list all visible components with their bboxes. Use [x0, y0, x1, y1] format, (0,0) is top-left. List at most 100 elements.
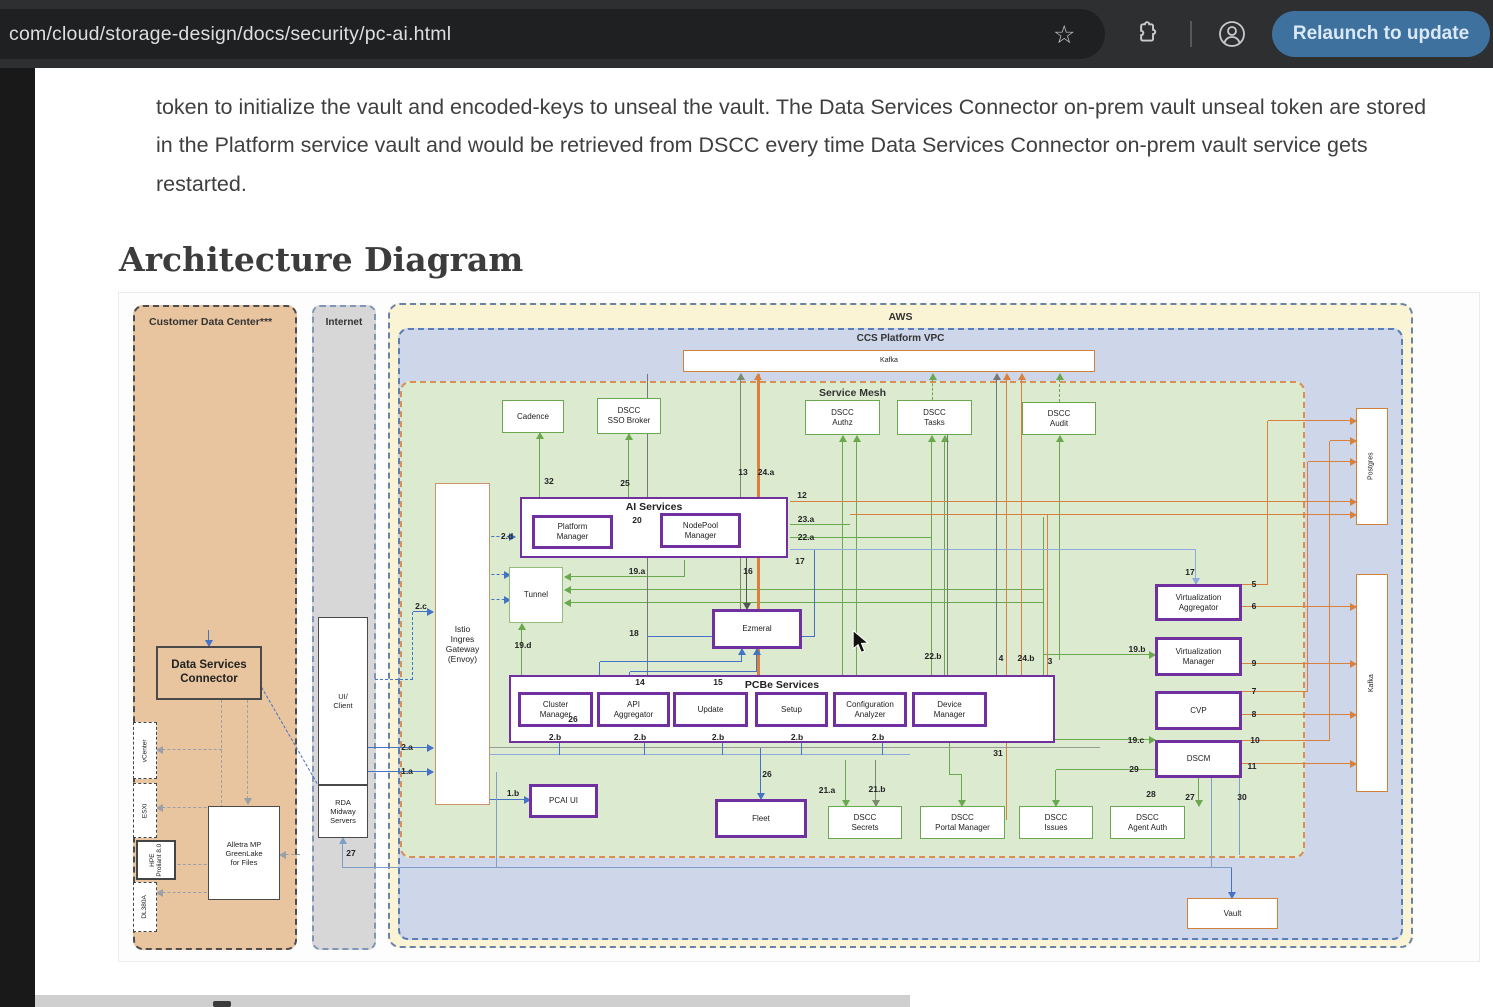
dscc-audit-label: DSCC Audit [1048, 409, 1071, 428]
vault-label: Vault [1224, 909, 1242, 919]
connector-line [1006, 374, 1007, 820]
edge-label: 6 [1252, 601, 1257, 611]
arrowhead [536, 432, 544, 439]
edge-label: 27 [346, 848, 355, 858]
edge-label: 24.b [1017, 653, 1034, 663]
edge-label: 29 [1129, 764, 1138, 774]
arrowhead [427, 608, 434, 616]
dl380a: DL380A [133, 882, 157, 932]
dscc-audit: DSCC Audit [1022, 402, 1096, 435]
window-left-edge [0, 68, 35, 1007]
connector-line [343, 867, 1232, 868]
kafka-top-label: Kafka [880, 357, 898, 365]
edge-label: 28 [1146, 789, 1155, 799]
region-label: Customer Data Center*** [149, 316, 272, 328]
arrowhead [279, 851, 286, 859]
dscc-secrets: DSCC Secrets [828, 806, 902, 839]
esxi: ESXi [133, 783, 157, 838]
arrowhead [156, 746, 163, 754]
connector-line [947, 400, 948, 675]
connector-line [565, 589, 1044, 590]
dscc-tasks-label: DSCC Tasks [923, 408, 946, 427]
url-text[interactable]: com/cloud/storage-design/docs/security/p… [9, 23, 451, 46]
edge-label: 9 [1252, 658, 1257, 668]
virtualization-aggregator-label: Virtualization Aggregator [1176, 593, 1222, 612]
dscc-authz-label: DSCC Authz [831, 408, 854, 427]
relaunch-button[interactable]: Relaunch to update [1272, 11, 1490, 57]
hpe-proliant-label: HPE Proliant 8.0 [149, 842, 163, 878]
connector-line [490, 754, 910, 755]
vault: Vault [1187, 898, 1278, 929]
connector-line [950, 774, 962, 775]
edge-label: 19.c [1128, 735, 1145, 745]
vcenter-label: vCenter [141, 739, 149, 762]
connector-line [684, 560, 685, 577]
connector-line [1211, 778, 1212, 868]
connector-line [496, 772, 497, 868]
mouse-cursor [850, 630, 872, 659]
setup: Setup [755, 692, 828, 727]
arrowhead [1056, 373, 1064, 380]
connector-line [1307, 462, 1308, 692]
arrowhead [737, 373, 745, 380]
configuration-analyzer: Configuration Analyzer [833, 692, 907, 727]
extensions-puzzle-icon[interactable] [1133, 20, 1159, 51]
edge-label: 1.a [401, 766, 413, 776]
connector-line [157, 749, 222, 750]
profile-icon[interactable] [1217, 19, 1247, 54]
edge-label: 27 [1185, 792, 1194, 802]
edge-label: 2.b [634, 732, 646, 742]
tunnel-label: Tunnel [524, 590, 548, 600]
edge-label: 25 [620, 478, 629, 488]
setup-label: Setup [781, 705, 802, 715]
arrowhead [427, 768, 434, 776]
device-manager-label: Device Manager [934, 700, 966, 719]
connector-line [1268, 420, 1356, 421]
connector-line [375, 679, 413, 680]
edge-label: 19.d [514, 640, 531, 650]
region-label: Service Mesh [402, 387, 1303, 399]
rda-midway-servers-label: RDA Midway Servers [330, 798, 356, 825]
connector-line [599, 662, 600, 675]
alletra-mp-greenlake-label: Alletra MP GreenLake for Files [225, 840, 262, 867]
edge-label: 10 [1250, 735, 1259, 745]
connector-line [1044, 654, 1155, 655]
istio-ingress-gateway-label: Istio Ingres Gateway (Envoy) [446, 624, 480, 665]
connector-line [814, 549, 815, 637]
edge-label: 26 [762, 769, 771, 779]
edge-label: 2.b [791, 732, 803, 742]
arrowhead [564, 586, 571, 594]
connector-line [1059, 436, 1060, 660]
connector-line [1267, 421, 1268, 585]
edge-label: 16 [743, 566, 752, 576]
pcai-ui-label: PCAI UI [549, 796, 578, 806]
toolbar-divider [1190, 21, 1192, 47]
page-title: Architecture Diagram [119, 240, 523, 279]
arrowhead [1195, 800, 1203, 807]
connector-line [842, 436, 843, 675]
arrowhead [853, 435, 861, 442]
address-bar[interactable]: com/cloud/storage-design/docs/security/p… [0, 9, 1105, 59]
connector-line [1047, 515, 1048, 675]
connector-line [790, 549, 1196, 550]
dscc-portal-manager-label: DSCC Portal Manager [935, 813, 990, 832]
dscc-portal-manager: DSCC Portal Manager [920, 806, 1005, 839]
arrowhead [156, 889, 163, 897]
api-aggregator: API Aggregator [597, 692, 670, 727]
dscc-agent-auth-label: DSCC Agent Auth [1128, 813, 1167, 832]
bookmark-star-icon[interactable]: ☆ [1053, 20, 1075, 50]
dscc-sso-broker-label: DSCC SSO Broker [608, 406, 651, 425]
cvp-label: CVP [1190, 706, 1206, 716]
edge-label: 8 [1252, 709, 1257, 719]
edge-label: 14 [635, 677, 644, 687]
dscc-issues: DSCC Issues [1019, 806, 1093, 839]
ezmeral-label: Ezmeral [742, 624, 771, 634]
arrowhead [339, 837, 347, 844]
edge-label: 2.b [712, 732, 724, 742]
edge-label: 4 [999, 653, 1004, 663]
virtualization-manager: Virtualization Manager [1155, 637, 1242, 676]
edge-label: 17 [795, 556, 804, 566]
connector-line [412, 612, 413, 680]
connector-line [1308, 461, 1356, 462]
tunnel: Tunnel [509, 567, 563, 623]
